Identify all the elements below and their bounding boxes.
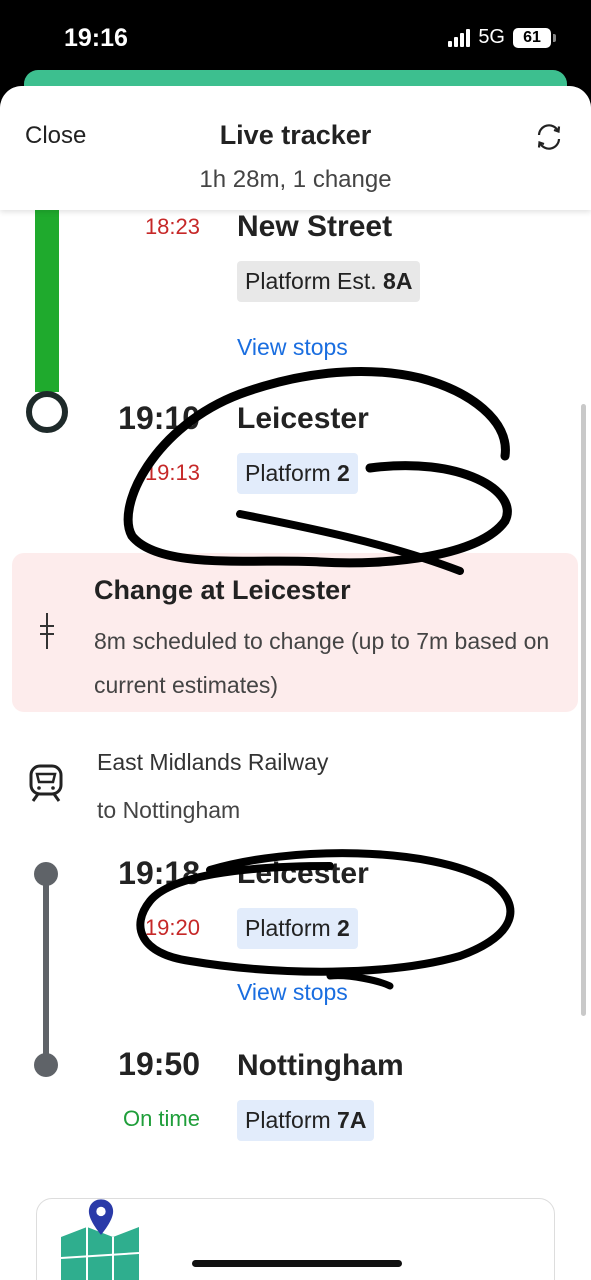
home-indicator[interactable]	[192, 1260, 402, 1267]
route-line-leg1	[35, 196, 59, 392]
map-card[interactable]	[36, 1198, 555, 1280]
operator-name: East Midlands Railway	[97, 749, 329, 775]
arrival-status: On time	[122, 1106, 200, 1131]
tracker-header: Close Live tracker 1h 28m, 1 change	[0, 86, 591, 210]
route-line-leg2	[43, 874, 49, 1064]
live-tracker-sheet: 18:23 New Street Platform Est. 8A View s…	[0, 86, 591, 1280]
status-time: 19:16	[64, 24, 128, 52]
status-bar: 19:16 5G 61	[0, 0, 591, 80]
refresh-icon[interactable]	[533, 121, 565, 153]
departure-node	[34, 862, 58, 886]
service-destination: to Nottingham	[97, 797, 241, 823]
arrival-node	[34, 1053, 58, 1077]
page-title: Live tracker	[219, 120, 372, 150]
platform-badge: Platform 7A	[237, 1100, 375, 1141]
arrival-scheduled-time: 19:50	[118, 1046, 200, 1082]
train-icon	[29, 764, 63, 802]
scrollbar[interactable]	[581, 404, 586, 1016]
battery-icon: 61	[513, 27, 556, 48]
platform-badge: Platform Est. 8A	[237, 261, 421, 302]
status-indicators: 5G 61	[448, 26, 556, 49]
interchange-icon	[40, 613, 54, 649]
location-pin-icon	[88, 1199, 114, 1235]
view-stops-link[interactable]: View stops	[237, 334, 348, 361]
change-description: 8m scheduled to change (up to 7m based o…	[94, 628, 550, 698]
station-name: Nottingham	[237, 1049, 404, 1082]
handwritten-circle-annotation	[123, 367, 512, 575]
network-type: 5G	[478, 26, 505, 48]
journey-timeline: 18:23 New Street Platform Est. 8A View s…	[0, 86, 591, 1280]
departure-estimated-time: 18:23	[144, 214, 200, 239]
station-name: New Street	[237, 210, 393, 243]
journey-summary: 1h 28m, 1 change	[199, 166, 392, 193]
arrival-node	[26, 391, 68, 433]
signal-icon	[448, 28, 471, 47]
handwritten-circle-annotation	[136, 849, 515, 990]
